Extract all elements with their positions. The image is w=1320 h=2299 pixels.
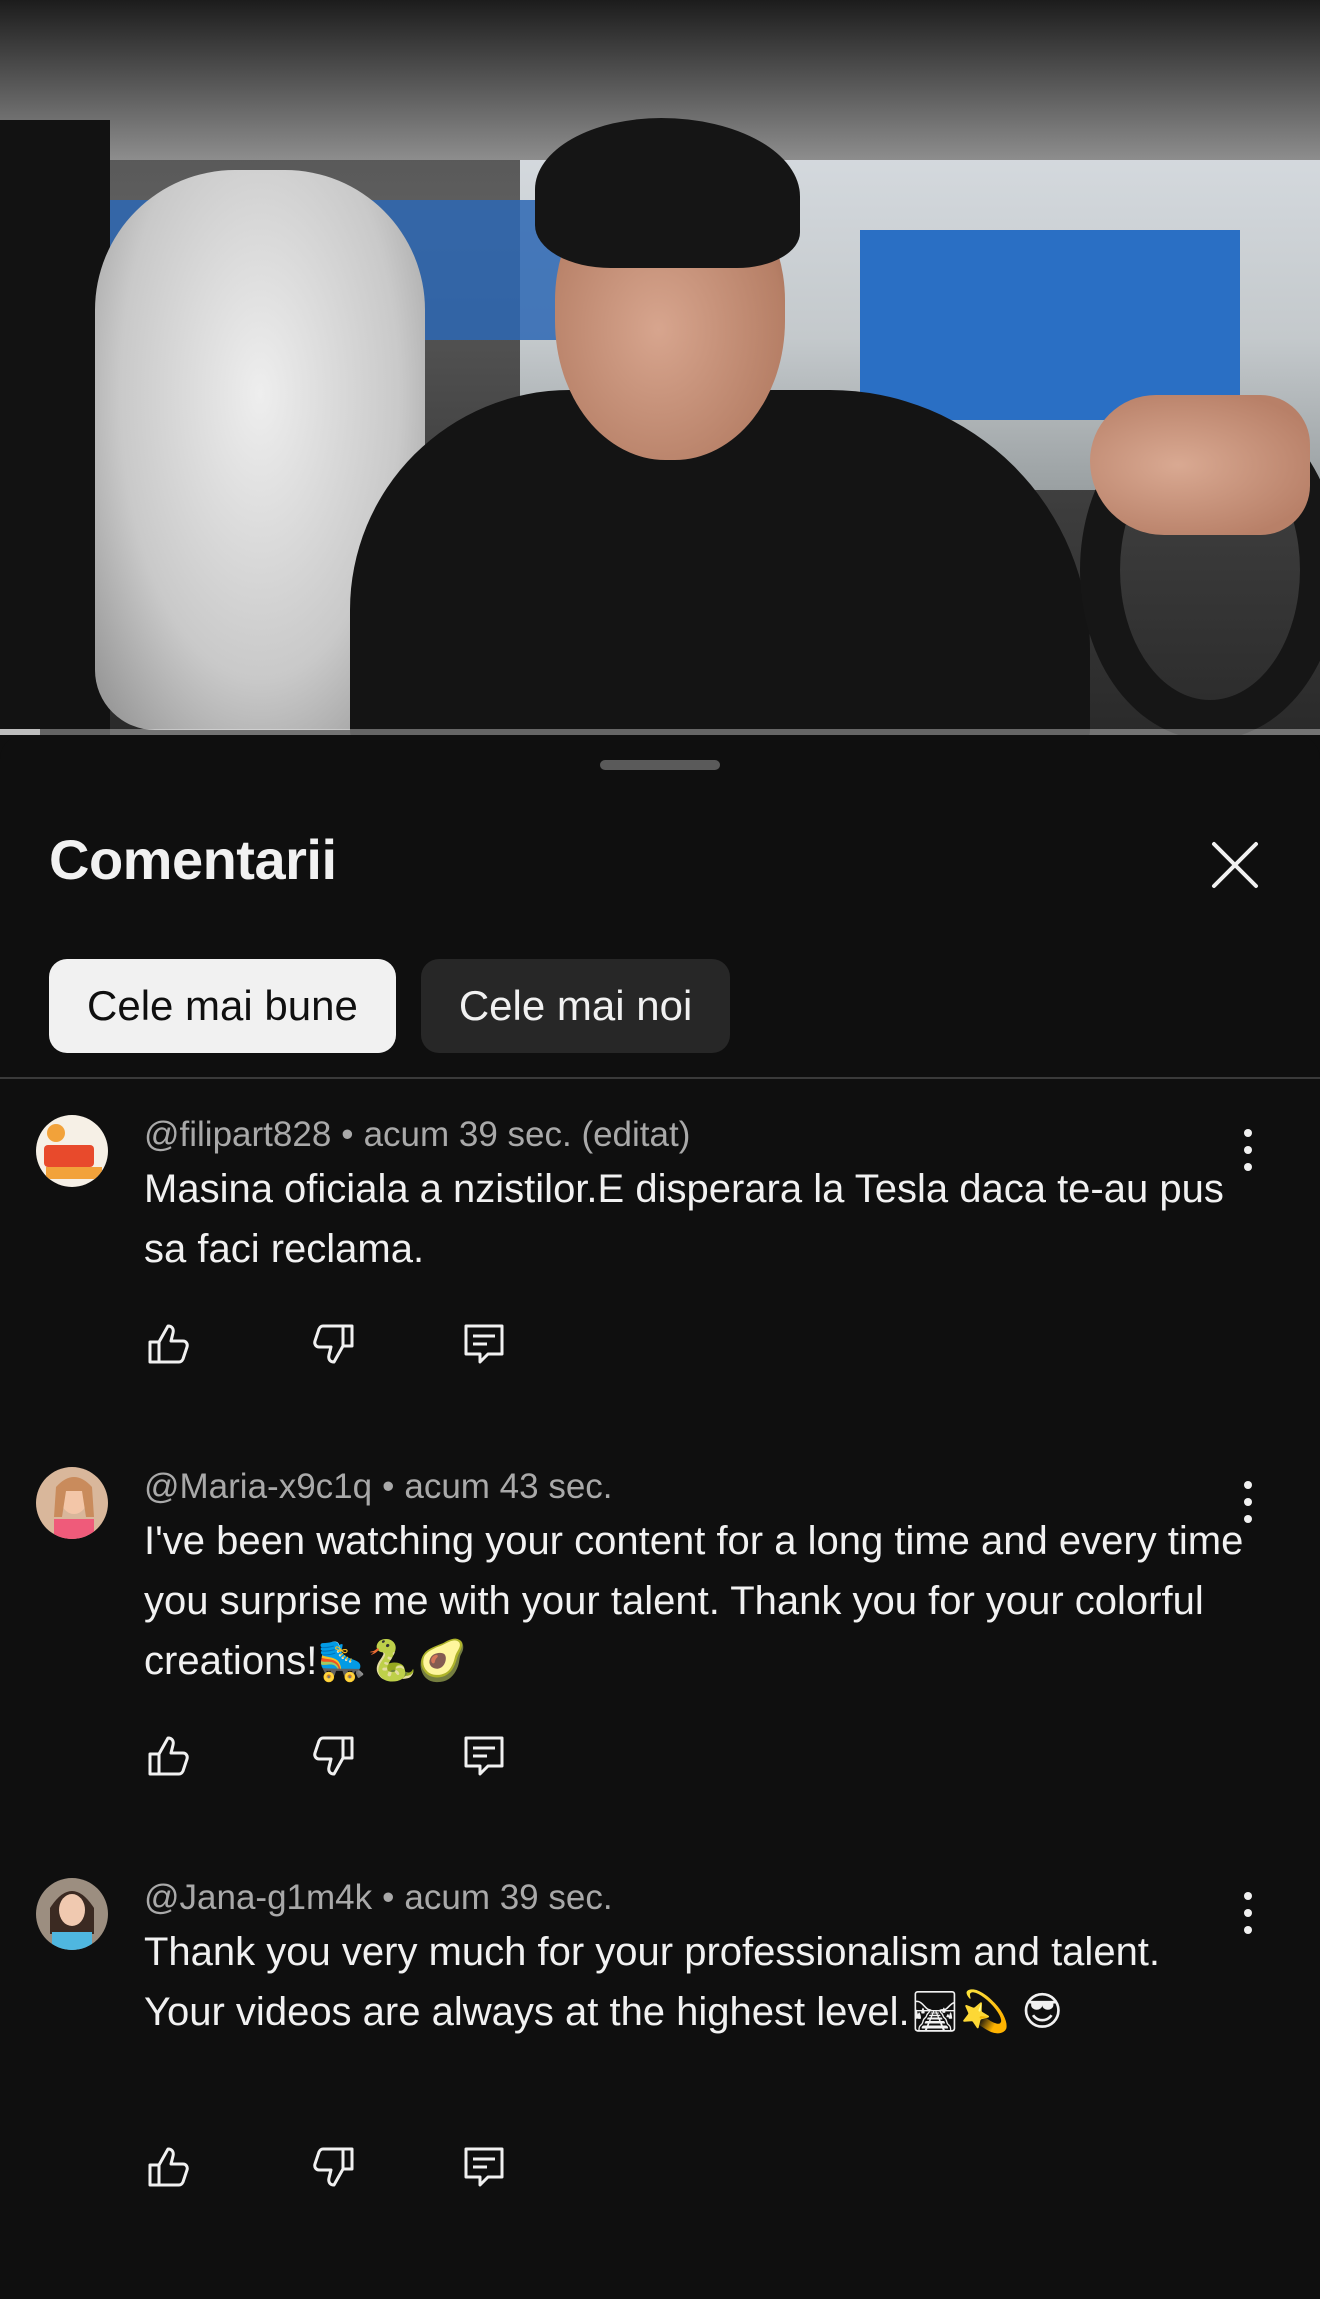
reply-icon[interactable] bbox=[460, 1732, 508, 1780]
comment-author[interactable]: @filipart828 bbox=[144, 1115, 331, 1154]
thumbs-down-icon[interactable] bbox=[310, 1732, 358, 1780]
thumbs-down-icon[interactable] bbox=[310, 2143, 358, 2191]
meta-separator: • bbox=[341, 1115, 354, 1154]
comment-meta: @Jana-g1m4k • acum 39 sec. bbox=[144, 1878, 613, 1918]
comment-meta: @Maria-x9c1q • acum 43 sec. bbox=[144, 1467, 613, 1507]
drag-handle[interactable] bbox=[600, 760, 720, 770]
comment-actions bbox=[144, 1320, 508, 1368]
comment-text: Thank you very much for your professiona… bbox=[144, 1930, 1161, 2034]
thumbs-down-icon[interactable] bbox=[310, 1320, 358, 1368]
reply-icon[interactable] bbox=[460, 2143, 508, 2191]
reply-icon[interactable] bbox=[460, 1320, 508, 1368]
video-player[interactable] bbox=[0, 0, 1320, 735]
close-icon[interactable] bbox=[1200, 830, 1270, 900]
thumbs-up-icon[interactable] bbox=[144, 2143, 192, 2191]
thumbs-up-icon[interactable] bbox=[144, 1732, 192, 1780]
comment-actions bbox=[144, 1732, 508, 1780]
car-pillar bbox=[0, 120, 110, 735]
avatar[interactable] bbox=[36, 1467, 108, 1539]
comment-time: acum 39 sec. bbox=[404, 1878, 613, 1917]
meta-separator: • bbox=[382, 1878, 395, 1917]
blue-fence-right bbox=[860, 230, 1240, 420]
comment-text: Masina oficiala a nzistilor.E disperara … bbox=[144, 1167, 1224, 1271]
divider bbox=[0, 1077, 1320, 1079]
avatar[interactable] bbox=[36, 1878, 108, 1950]
sheet-title: Comentarii bbox=[49, 828, 337, 891]
comment-actions bbox=[144, 2143, 508, 2191]
avatar[interactable] bbox=[36, 1115, 108, 1187]
comment-meta: @filipart828 • acum 39 sec. (editat) bbox=[144, 1115, 690, 1155]
comments-sheet: Comentarii Cele mai bune Cele mai noi @f… bbox=[0, 735, 1320, 2299]
comment-text: I've been watching your content for a lo… bbox=[144, 1519, 1244, 1683]
comment-time: acum 39 sec. (editat) bbox=[363, 1115, 691, 1154]
comment-author[interactable]: @Jana-g1m4k bbox=[144, 1878, 372, 1917]
sort-chips: Cele mai bune Cele mai noi bbox=[49, 959, 731, 1053]
comment-author[interactable]: @Maria-x9c1q bbox=[144, 1467, 372, 1506]
comment-time: acum 43 sec. bbox=[404, 1467, 613, 1506]
thumbs-up-icon[interactable] bbox=[144, 1320, 192, 1368]
driver-hand bbox=[1090, 395, 1310, 535]
chip-top-comments[interactable]: Cele mai bune bbox=[49, 959, 396, 1053]
chip-newest-first[interactable]: Cele mai noi bbox=[420, 959, 731, 1053]
meta-separator: • bbox=[382, 1467, 395, 1506]
